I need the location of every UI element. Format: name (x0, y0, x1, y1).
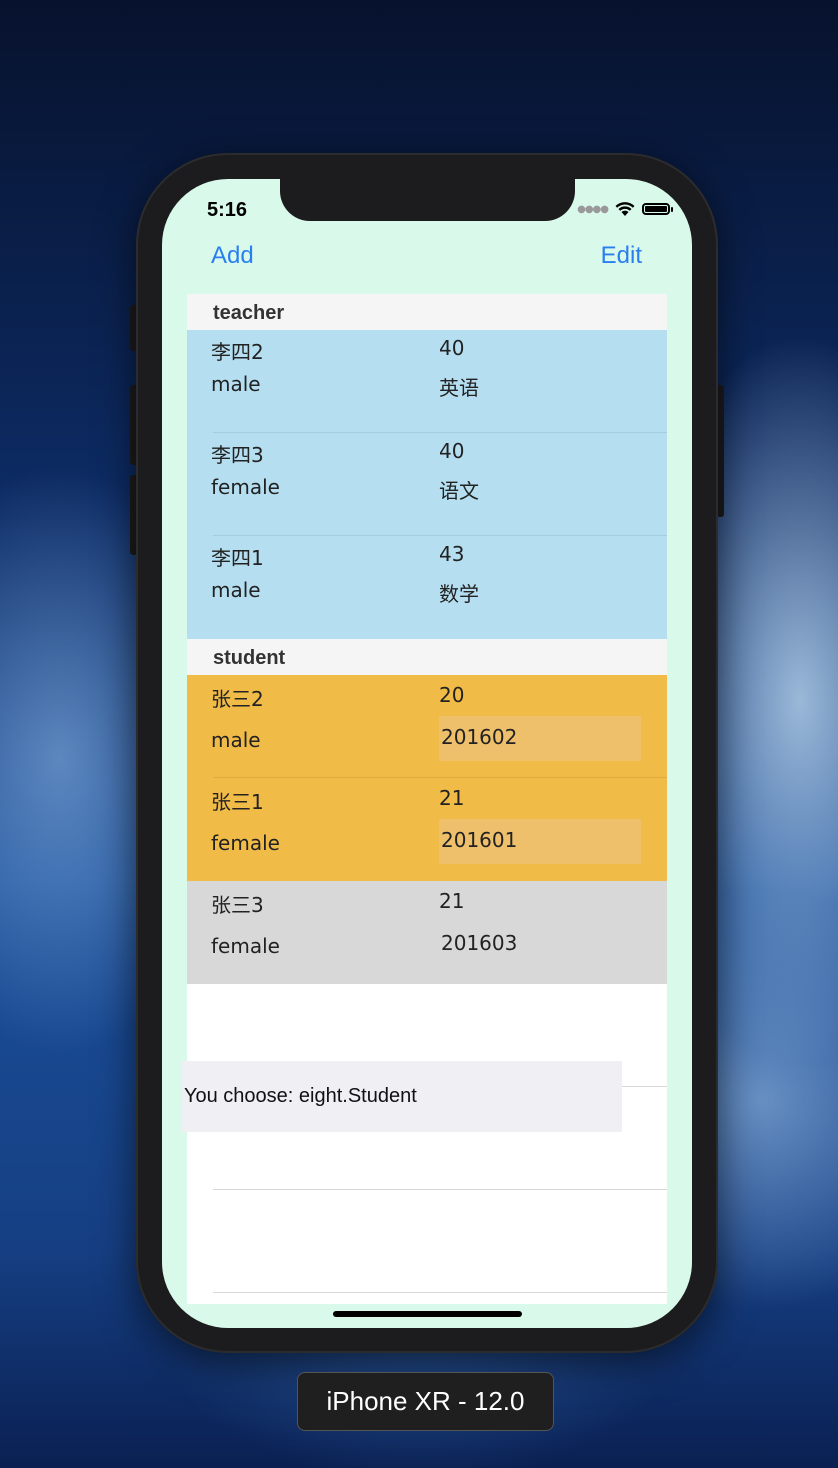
name-label: 张三3 (211, 893, 264, 917)
subject-label: 语文 (439, 479, 479, 503)
gender-label: male (211, 728, 261, 752)
age-label: 20 (439, 683, 465, 707)
age-label: 21 (439, 786, 465, 810)
empty-row (187, 1190, 667, 1293)
age-label: 40 (439, 336, 465, 360)
table-view[interactable]: teacher 李四2 40 male 英语 李四3 40 female 语文 … (187, 294, 667, 1304)
section-header-teacher: teacher (187, 294, 667, 330)
student-id-label: 201601 (439, 819, 641, 864)
app-screen: 5:16 ●●●● Add Edit teacher 李四2 40 male 英… (162, 179, 692, 1328)
gender-label: male (211, 578, 261, 602)
battery-icon (642, 203, 673, 215)
name-label: 李四3 (211, 443, 264, 467)
table-row[interactable]: 李四2 40 male 英语 (187, 330, 667, 433)
table-row[interactable]: 李四1 43 male 数学 (187, 536, 667, 639)
selection-toast: You choose: eight.Student (182, 1061, 622, 1132)
table-row[interactable]: 李四3 40 female 语文 (187, 433, 667, 536)
device-label: iPhone XR - 12.0 (297, 1372, 554, 1431)
gender-label: female (211, 934, 280, 958)
name-label: 张三2 (211, 687, 264, 711)
table-row[interactable]: 张三2 20 male 201602 (187, 675, 667, 778)
gender-label: female (211, 475, 280, 499)
subject-label: 英语 (439, 376, 479, 400)
add-button[interactable]: Add (211, 242, 254, 270)
dots-signal-icon: ●●●● (577, 203, 609, 215)
gender-label: female (211, 831, 280, 855)
gender-label: male (211, 372, 261, 396)
status-icons: ●●●● (577, 201, 673, 217)
name-label: 张三1 (211, 790, 264, 814)
wifi-icon (615, 202, 635, 216)
name-label: 李四1 (211, 546, 264, 570)
age-label: 40 (439, 439, 465, 463)
notch (280, 179, 575, 221)
student-id-label: 201602 (439, 716, 641, 761)
section-header-student: student (187, 639, 667, 675)
age-label: 21 (439, 889, 465, 913)
home-indicator[interactable] (333, 1311, 522, 1317)
edit-button[interactable]: Edit (601, 242, 642, 270)
subject-label: 数学 (439, 582, 479, 606)
age-label: 43 (439, 542, 465, 566)
student-id-label: 201603 (441, 931, 518, 955)
name-label: 李四2 (211, 340, 264, 364)
row-separator (213, 1292, 667, 1293)
table-row-selected[interactable]: 张三3 21 female 201603 (187, 881, 667, 984)
table-row[interactable]: 张三1 21 female 201601 (187, 778, 667, 881)
status-time: 5:16 (207, 199, 248, 221)
